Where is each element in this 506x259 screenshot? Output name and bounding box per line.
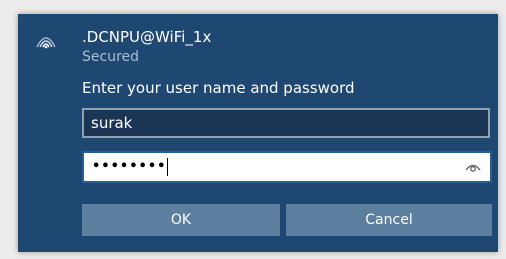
network-status: Secured (82, 49, 140, 65)
username-field[interactable]: surak (82, 108, 490, 138)
wifi-signal-icon (36, 37, 56, 49)
username-value: surak (91, 114, 133, 132)
ok-button[interactable]: OK (82, 204, 280, 236)
password-mask: •••••••• (92, 159, 167, 174)
text-caret (167, 157, 169, 176)
wifi-login-panel: .DCNPU@WiFi_1x Secured Enter your user n… (18, 14, 498, 252)
eye-icon[interactable] (465, 161, 481, 173)
screenshot-frame: .DCNPU@WiFi_1x Secured Enter your user n… (0, 0, 506, 259)
network-name: .DCNPU@WiFi_1x (82, 28, 212, 46)
cancel-button[interactable]: Cancel (286, 204, 492, 236)
password-field[interactable]: •••••••• (82, 151, 492, 183)
credentials-prompt: Enter your user name and password (82, 79, 355, 97)
